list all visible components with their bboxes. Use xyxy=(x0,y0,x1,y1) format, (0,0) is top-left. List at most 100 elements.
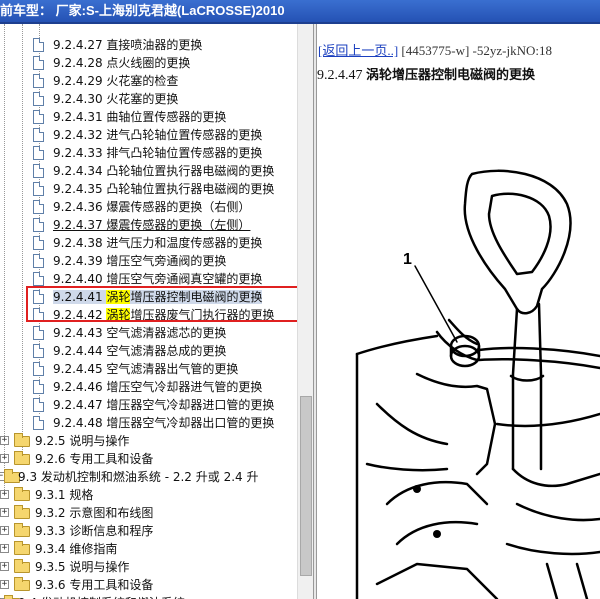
window-title: 前车型： 厂家:S-上海别克君越(LaCROSSE)2010 xyxy=(0,0,600,24)
expand-icon[interactable]: + xyxy=(0,544,9,553)
folder-icon xyxy=(14,451,30,465)
folder-icon xyxy=(14,505,30,519)
tree-item[interactable]: 9.2.4.34 凸轮轴位置执行器电磁阀的更换 xyxy=(0,162,300,180)
document-icon xyxy=(33,200,44,214)
solenoid-valve-diagram: 1 xyxy=(355,169,600,599)
document-icon xyxy=(33,74,44,88)
folder-icon xyxy=(14,433,30,447)
tree-folder-label: 9.3.5 说明与操作 xyxy=(35,560,130,574)
tree-item-label: 9.2.4.29 火花塞的检查 xyxy=(53,74,179,88)
tree-item-label: 9.2.4.27 直接喷油器的更换 xyxy=(53,38,203,52)
tree-vertical-scrollbar[interactable] xyxy=(297,24,313,599)
section-title-text: 涡轮增压器控制电磁阀的更换 xyxy=(366,68,536,83)
tree-item[interactable]: 9.2.4.43 空气滤清器滤芯的更换 xyxy=(0,324,300,342)
folder-icon xyxy=(14,541,30,555)
expand-icon[interactable]: + xyxy=(0,580,9,589)
tree-item-label: 9.2.4.44 空气滤清器总成的更换 xyxy=(53,344,227,358)
tree-item[interactable]: 9.2.4.28 点火线圈的更换 xyxy=(0,54,300,72)
tree-folder[interactable]: +9.3.6 专用工具和设备 xyxy=(0,576,300,594)
doc-info: [4453775-w] -52yz-jkNO:18 xyxy=(398,43,552,58)
tree-folder[interactable]: +9.3.5 说明与操作 xyxy=(0,558,300,576)
section-title: 9.2.4.47 涡轮增压器控制电磁阀的更换 xyxy=(317,64,535,84)
tree-folder-label: 9.3.2 示意图和布线图 xyxy=(35,506,154,520)
tree-item[interactable]: 9.2.4.44 空气滤清器总成的更换 xyxy=(0,342,300,360)
tree-folder-label: 9.3.1 规格 xyxy=(35,488,94,502)
callout-number: 1 xyxy=(403,251,412,268)
section-number: 9.2.4.47 xyxy=(317,68,366,83)
tree-item-label: 9.2.4.28 点火线圈的更换 xyxy=(53,56,191,70)
document-icon xyxy=(33,56,44,70)
tree-item[interactable]: 9.2.4.38 进气压力和温度传感器的更换 xyxy=(0,234,300,252)
tree-item[interactable]: 9.2.4.48 增压器空气冷却器出口管的更换 xyxy=(0,414,300,432)
tree-item-label: 9.2.4.32 进气凸轮轴位置传感器的更换 xyxy=(53,128,263,142)
tree-item[interactable]: 9.2.4.27 直接喷油器的更换 xyxy=(0,36,300,54)
tree-item-label: 9.2.4.35 凸轮轴位置执行器电磁阀的更换 xyxy=(53,182,275,196)
document-icon xyxy=(33,164,44,178)
tree-folder[interactable]: +9.3.1 规格 xyxy=(0,486,300,504)
tree-item[interactable]: 9.2.4.39 增压空气旁通阀的更换 xyxy=(0,252,300,270)
document-icon xyxy=(33,146,44,160)
tree-item-label: 9.2.4.39 增压空气旁通阀的更换 xyxy=(53,254,227,268)
folder-icon xyxy=(14,559,30,573)
tree-folder[interactable]: +9.3.3 诊断信息和程序 xyxy=(0,522,300,540)
tree-item[interactable]: 9.2.4.36 爆震传感器的更换（右侧） xyxy=(0,198,300,216)
document-icon xyxy=(33,344,44,358)
tree-item-label: 9.2.4.47 增压器空气冷却器进口管的更换 xyxy=(53,398,275,412)
document-icon xyxy=(33,128,44,142)
tree-item[interactable]: 9.2.4.46 增压空气冷却器进气管的更换 xyxy=(0,378,300,396)
document-icon xyxy=(33,182,44,196)
expand-icon[interactable]: + xyxy=(0,490,9,499)
tree-item-label: 9.2.4.37 爆震传感器的更换（左侧） xyxy=(53,218,251,232)
expand-icon[interactable]: + xyxy=(0,454,9,463)
tree-item[interactable]: 9.2.4.29 火花塞的检查 xyxy=(0,72,300,90)
tree-folder[interactable]: +9.3.4 维修指南 xyxy=(0,540,300,558)
navigation-tree[interactable]: 9.2.4.27 直接喷油器的更换 9.2.4.28 点火线圈的更换 9.2.4.2… xyxy=(0,24,313,599)
tree-item-label: 9.2.4.38 进气压力和温度传感器的更换 xyxy=(53,236,263,250)
tree-folder[interactable]: +9.2.5 说明与操作 xyxy=(0,432,300,450)
document-icon xyxy=(33,38,44,52)
tree-folder-label: 9.3.6 专用工具和设备 xyxy=(35,578,154,592)
tree-folder-label: 9.3.3 诊断信息和程序 xyxy=(35,524,154,538)
tree-item-label: 9.2.4.30 火花塞的更换 xyxy=(53,92,179,106)
tree-folder[interactable]: −9.3 发动机控制和燃油系统 - 2.2 升或 2.4 升 xyxy=(0,468,300,486)
folder-icon xyxy=(14,523,30,537)
content-pane: [返回上一页..] [4453775-w] -52yz-jkNO:18 9.2.… xyxy=(317,24,600,599)
back-link[interactable]: [返回上一页..] xyxy=(318,43,398,58)
document-icon xyxy=(33,362,44,376)
expand-icon[interactable]: + xyxy=(0,526,9,535)
tree-item[interactable]: 9.2.4.35 凸轮轴位置执行器电磁阀的更换 xyxy=(0,180,300,198)
document-icon xyxy=(33,326,44,340)
tree-item[interactable]: 9.2.4.45 空气滤清器出气管的更换 xyxy=(0,360,300,378)
document-icon xyxy=(33,416,44,430)
expand-icon[interactable]: + xyxy=(0,562,9,571)
document-icon xyxy=(33,254,44,268)
tree-item[interactable]: 9.2.4.32 进气凸轮轴位置传感器的更换 xyxy=(0,126,300,144)
tree-folder[interactable]: +9.3.2 示意图和布线图 xyxy=(0,504,300,522)
tree-folder-label: 9.4 发动机控制系统和燃油系统... xyxy=(18,594,196,599)
expand-icon[interactable]: + xyxy=(0,508,9,517)
tree-item[interactable]: 9.2.4.47 增压器空气冷却器进口管的更换 xyxy=(0,396,300,414)
document-icon xyxy=(33,398,44,412)
folder-icon xyxy=(14,577,30,591)
tree-item[interactable]: 9.2.4.30 火花塞的更换 xyxy=(0,90,300,108)
tree-item-label: 9.2.4.48 增压器空气冷却器出口管的更换 xyxy=(53,416,275,430)
tree-item-label: 9.2.4.36 爆震传感器的更换（右侧） xyxy=(53,200,251,214)
tree-item-label: 9.2.4.43 空气滤清器滤芯的更换 xyxy=(53,326,227,340)
document-icon xyxy=(33,218,44,232)
tree-item-label: 9.2.4.33 排气凸轮轴位置传感器的更换 xyxy=(53,146,263,160)
expand-icon[interactable]: + xyxy=(0,436,9,445)
tree-folder-label: 9.2.6 专用工具和设备 xyxy=(35,452,154,466)
scrollbar-thumb[interactable] xyxy=(300,396,312,576)
tree-item[interactable]: 9.2.4.31 曲轴位置传感器的更换 xyxy=(0,108,300,126)
tree-item-label: 9.2.4.45 空气滤清器出气管的更换 xyxy=(53,362,239,376)
document-icon xyxy=(33,236,44,250)
tree-item[interactable]: 9.2.4.33 排气凸轮轴位置传感器的更换 xyxy=(0,144,300,162)
document-icon xyxy=(33,380,44,394)
tree-item[interactable]: 9.2.4.37 爆震传感器的更换（左侧） xyxy=(0,216,300,234)
tree-item-label: 9.2.4.46 增压空气冷却器进气管的更换 xyxy=(53,380,263,394)
tree-folder[interactable]: +9.2.6 专用工具和设备 xyxy=(0,450,300,468)
tree-folder[interactable]: +9.4 发动机控制系统和燃油系统... xyxy=(0,594,300,599)
tree-folder-label: 9.3 发动机控制和燃油系统 - 2.2 升或 2.4 升 xyxy=(18,470,259,484)
tree-item-label: 9.2.4.31 曲轴位置传感器的更换 xyxy=(53,110,227,124)
folder-icon xyxy=(14,487,30,501)
